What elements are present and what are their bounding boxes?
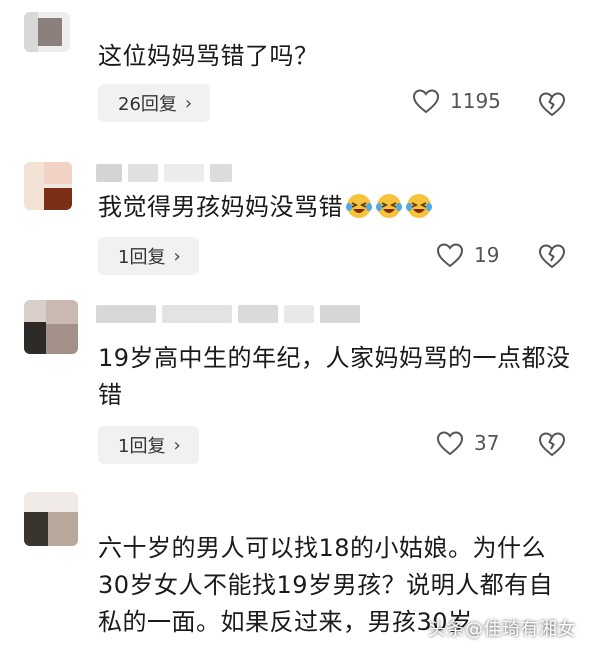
like-count: 1195 xyxy=(450,89,501,113)
broken-heart-icon[interactable] xyxy=(538,90,566,118)
watermark: 头条@佳琦有湘女 xyxy=(428,619,576,640)
avatar[interactable] xyxy=(24,12,70,52)
comment-text: 这位妈妈骂错了吗？ xyxy=(98,42,319,70)
like-button[interactable]: 37 xyxy=(436,430,499,456)
like-button[interactable]: 19 xyxy=(436,242,499,268)
laughing-crying-emoji xyxy=(346,194,372,218)
reply-label: 1回复 xyxy=(118,247,166,268)
blurred-username xyxy=(164,164,204,182)
chevron-right-icon: › xyxy=(173,245,181,267)
like-button[interactable]: 1195 xyxy=(412,88,501,114)
reply-label: 26回复 xyxy=(118,94,177,115)
blurred-username xyxy=(96,305,156,323)
blurred-username xyxy=(238,305,278,323)
blurred-username xyxy=(210,164,232,182)
avatar[interactable] xyxy=(24,300,78,354)
comment-text: 我觉得男孩妈妈没骂错 xyxy=(98,189,572,226)
blurred-username xyxy=(128,164,158,182)
broken-heart-icon[interactable] xyxy=(538,430,566,458)
like-count: 19 xyxy=(474,243,500,267)
blurred-username xyxy=(320,305,360,323)
username-blurred[interactable] xyxy=(96,162,232,184)
avatar[interactable] xyxy=(24,492,78,546)
heart-outline-icon xyxy=(436,243,464,268)
blurred-username xyxy=(284,305,314,323)
avatar[interactable] xyxy=(24,162,72,210)
broken-heart-icon[interactable] xyxy=(538,242,566,270)
username-blurred[interactable] xyxy=(96,303,360,325)
heart-outline-icon xyxy=(412,89,440,114)
reply-button[interactable]: 1回复 › xyxy=(98,237,199,275)
chevron-right-icon: › xyxy=(184,92,193,114)
comment-text: 19岁高中生的年纪，人家妈妈骂的一点都没错 xyxy=(98,344,571,409)
chevron-right-icon: › xyxy=(173,434,181,456)
like-count: 37 xyxy=(474,431,500,455)
blurred-username xyxy=(96,164,122,182)
reply-button[interactable]: 1回复 › xyxy=(98,426,199,464)
reply-label: 1回复 xyxy=(118,436,166,457)
comment-text-content: 我觉得男孩妈妈没骂错 xyxy=(98,193,343,221)
laughing-crying-emoji xyxy=(376,194,402,218)
blurred-username xyxy=(162,305,232,323)
laughing-crying-emoji xyxy=(406,194,432,218)
reply-button[interactable]: 26回复 › xyxy=(98,84,211,122)
heart-outline-icon xyxy=(436,431,464,456)
